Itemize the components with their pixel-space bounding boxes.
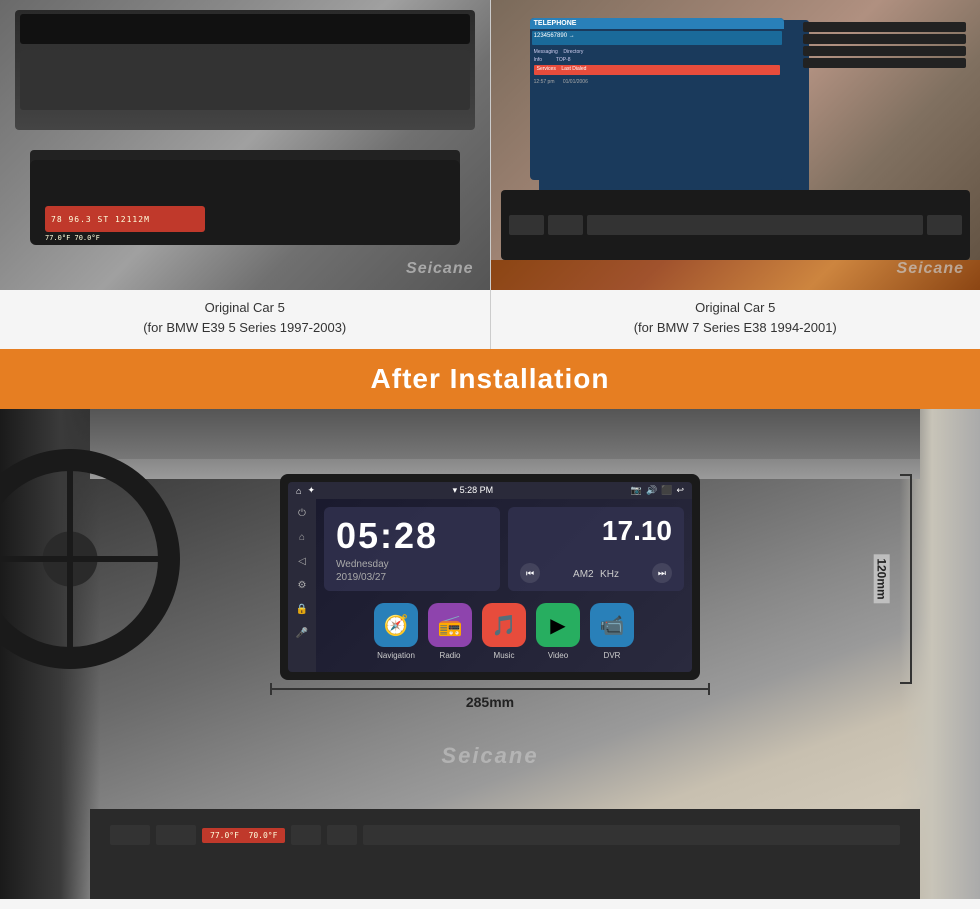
home-icon-status[interactable]: ⌂ (296, 486, 301, 496)
freq-display: 17.10 (520, 515, 672, 547)
width-line (270, 688, 710, 690)
car1-item: 78 96.3 ST 12112M 77.0°F 70.0°F Seicane … (0, 0, 490, 349)
width-label: 285mm (466, 694, 514, 710)
app-video-icon[interactable]: ▶ (536, 603, 580, 647)
main-content: 05:28 Wednesday 2019/03/27 17.10 ⏮ (316, 499, 692, 672)
app-nav-icon[interactable]: 🧭 (374, 603, 418, 647)
height-dimension: 120mm (888, 474, 912, 684)
app-music[interactable]: 🎵 Music (482, 603, 526, 660)
camera-icon-status[interactable]: 📷 (631, 485, 642, 496)
after-installation-banner: After Installation (0, 349, 980, 409)
screen-body: ⏻ ⌂ ◁ ⚙ 🔒 🎤 05:28 Wednesday (288, 499, 692, 672)
prev-button[interactable]: ⏮ (520, 563, 540, 583)
device-screen: ⌂ ✦ ▾ 5:28 PM 📷 🔊 ⬛ ↩ (288, 482, 692, 672)
top-trim (90, 409, 920, 459)
settings-nav-icon[interactable]: ⚙ (294, 577, 310, 593)
radio-controls: ⏮ AM2 KHz ⏭ (520, 563, 672, 583)
bottom-dash: 77.0°F 70.0°F (90, 809, 920, 899)
wifi-icon: ▾ (453, 485, 458, 495)
top-section: 78 96.3 ST 12112M 77.0°F 70.0°F Seicane … (0, 0, 980, 349)
app-video-label: Video (548, 651, 568, 660)
car2-image: TELEPHONE 1234567890 → Messaging Directo… (491, 0, 980, 290)
status-left: ⌂ ✦ (296, 485, 315, 496)
car1-image: 78 96.3 ST 12112M 77.0°F 70.0°F Seicane (0, 0, 490, 290)
after-section: 77.0°F 70.0°F ⌂ ✦ ▾ 5:28 PM (0, 409, 980, 899)
home-nav-icon[interactable]: ⌂ (294, 529, 310, 545)
after-installation-title: After Installation (371, 363, 610, 394)
power-nav-icon[interactable]: ⏻ (294, 505, 310, 521)
app-music-label: Music (494, 651, 515, 660)
volume-icon-status[interactable]: 🔊 (646, 485, 657, 496)
device-frame: ⌂ ✦ ▾ 5:28 PM 📷 🔊 ⬛ ↩ (280, 474, 700, 680)
app-video[interactable]: ▶ Video (536, 603, 580, 660)
car1-caption: Original Car 5 (for BMW E39 5 Series 199… (143, 298, 346, 337)
next-button[interactable]: ⏭ (652, 563, 672, 583)
time-display: 05:28 (336, 515, 488, 557)
date-display: 2019/03/27 (336, 572, 488, 583)
seicane-watermark-after: Seicane (441, 743, 538, 769)
app-nav-label: Navigation (377, 651, 415, 660)
car2-item: TELEPHONE 1234567890 → Messaging Directo… (491, 0, 980, 349)
status-time: ▾ 5:28 PM (453, 485, 494, 496)
watermark-car1: Seicane (406, 260, 473, 278)
app-radio[interactable]: 📻 Radio (428, 603, 472, 660)
info-row: 05:28 Wednesday 2019/03/27 17.10 ⏮ (324, 507, 684, 591)
screen-icon-status[interactable]: ⬛ (661, 485, 672, 496)
app-dvr[interactable]: 📹 DVR (590, 603, 634, 660)
apps-row: 🧭 Navigation 📻 Radio 🎵 Music (324, 599, 684, 664)
height-label: 120mm (873, 554, 889, 603)
lock-nav-icon[interactable]: 🔒 (294, 601, 310, 617)
device-unit: ⌂ ✦ ▾ 5:28 PM 📷 🔊 ⬛ ↩ (280, 474, 700, 710)
radio-box: 17.10 ⏮ AM2 KHz ⏭ (508, 507, 684, 591)
status-right: 📷 🔊 ⬛ ↩ (631, 485, 684, 496)
width-dimension: 285mm (280, 688, 700, 710)
mic-nav-icon[interactable]: 🎤 (294, 625, 310, 641)
app-dvr-label: DVR (604, 651, 621, 660)
time-box: 05:28 Wednesday 2019/03/27 (324, 507, 500, 591)
back-nav-icon[interactable]: ◁ (294, 553, 310, 569)
watermark-car2: Seicane (897, 260, 964, 278)
app-radio-icon[interactable]: 📻 (428, 603, 472, 647)
app-music-icon[interactable]: 🎵 (482, 603, 526, 647)
side-nav: ⏻ ⌂ ◁ ⚙ 🔒 🎤 (288, 499, 316, 672)
back-icon-status[interactable]: ↩ (676, 485, 684, 496)
app-radio-label: Radio (440, 651, 461, 660)
day-display: Wednesday (336, 559, 488, 570)
status-bar: ⌂ ✦ ▾ 5:28 PM 📷 🔊 ⬛ ↩ (288, 482, 692, 499)
car2-caption: Original Car 5 (for BMW 7 Series E38 199… (634, 298, 837, 337)
radio-band-label: AM2 KHz (573, 564, 619, 582)
app-navigation[interactable]: 🧭 Navigation (374, 603, 418, 660)
settings-icon-status[interactable]: ✦ (307, 485, 315, 496)
app-dvr-icon[interactable]: 📹 (590, 603, 634, 647)
